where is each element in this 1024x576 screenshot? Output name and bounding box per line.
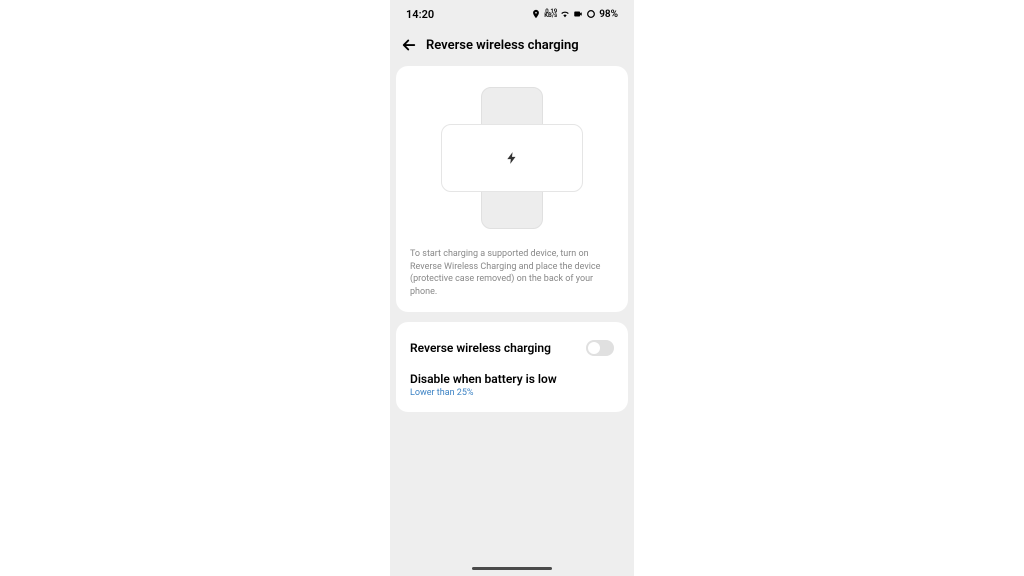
page-header: Reverse wireless charging bbox=[390, 28, 634, 66]
toggle-knob bbox=[588, 342, 600, 354]
disable-low-battery-row[interactable]: Disable when battery is low Lower than 2… bbox=[408, 362, 616, 400]
reverse-charging-row[interactable]: Reverse wireless charging bbox=[408, 334, 616, 362]
network-speed: 0.19 KB/s bbox=[544, 10, 557, 18]
instruction-text: To start charging a supported device, tu… bbox=[408, 246, 616, 300]
disable-low-battery-label: Disable when battery is low bbox=[410, 372, 614, 386]
back-arrow-icon bbox=[400, 36, 418, 54]
reverse-charging-toggle[interactable] bbox=[586, 340, 614, 356]
video-icon bbox=[573, 9, 583, 19]
status-time: 14:20 bbox=[406, 8, 434, 21]
battery-percent: 98% bbox=[599, 9, 618, 20]
wifi-icon bbox=[560, 9, 570, 19]
page-title: Reverse wireless charging bbox=[426, 38, 579, 53]
bolt-icon bbox=[505, 150, 519, 166]
device-front-shape bbox=[441, 124, 583, 192]
settings-card: Reverse wireless charging Disable when b… bbox=[396, 322, 628, 412]
device-illustration bbox=[408, 78, 616, 238]
status-icons: 0.19 KB/s 98% bbox=[531, 9, 618, 20]
disable-low-battery-value: Lower than 25% bbox=[410, 388, 614, 398]
status-bar: 14:20 0.19 KB/s 98% bbox=[390, 0, 634, 28]
reverse-charging-label: Reverse wireless charging bbox=[410, 341, 551, 355]
back-button[interactable] bbox=[400, 36, 418, 54]
circle-icon bbox=[586, 9, 596, 19]
location-icon bbox=[531, 9, 541, 19]
navigation-bar[interactable] bbox=[472, 567, 552, 570]
illustration-card: To start charging a supported device, tu… bbox=[396, 66, 628, 312]
phone-screen: 14:20 0.19 KB/s 98% Reverse wireless cha… bbox=[390, 0, 634, 576]
